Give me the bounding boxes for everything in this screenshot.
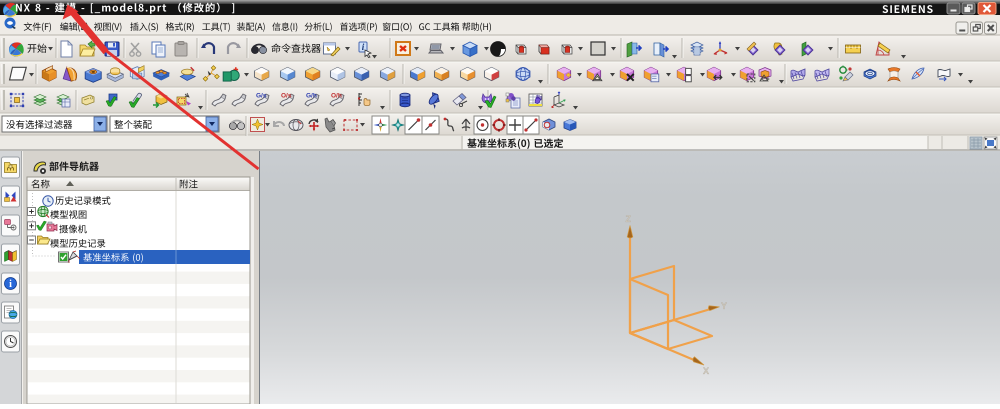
- svg-text:X: X: [703, 366, 709, 376]
- svg-text:O/s: O/s: [281, 93, 292, 100]
- svg-text:Y: Y: [721, 301, 727, 311]
- svg-text:G/s: G/s: [256, 93, 267, 100]
- svg-text:G/h: G/h: [306, 93, 317, 100]
- svg-text:i: i: [9, 279, 12, 290]
- svg-text:Z: Z: [626, 214, 632, 224]
- svg-text:O/h: O/h: [331, 93, 342, 100]
